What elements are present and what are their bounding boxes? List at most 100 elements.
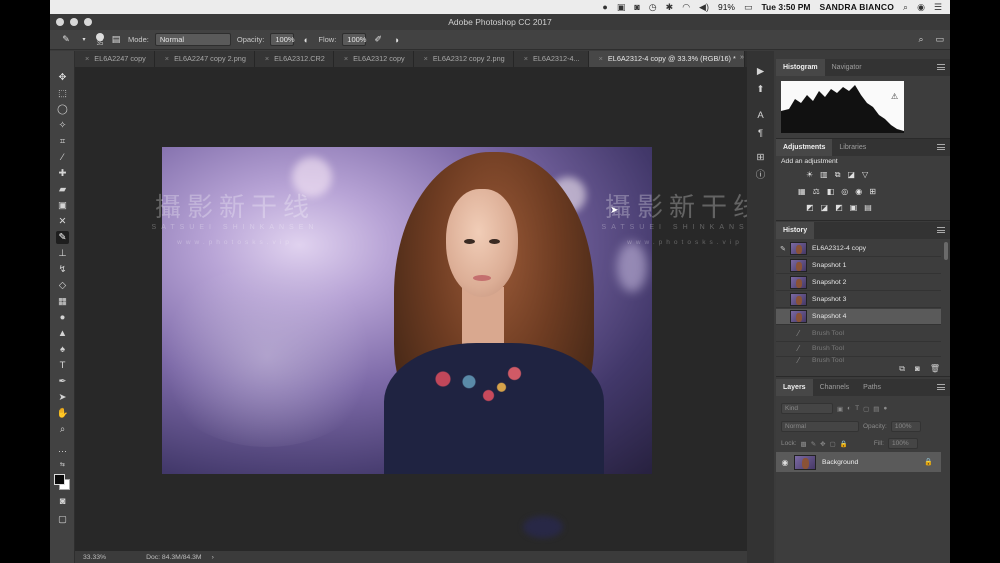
layer-fill-input[interactable]: 100% xyxy=(887,438,918,449)
tab-document[interactable]: × EL6A2247 copy 2.png xyxy=(154,51,255,67)
document-canvas[interactable]: 攝影新干线 SATSUEI SHINKANSEN www.photosks.vi… xyxy=(75,67,763,551)
close-icon[interactable]: × xyxy=(85,54,89,63)
battery-percent[interactable]: 91% xyxy=(718,2,735,12)
wifi-icon[interactable]: ◠ xyxy=(682,2,690,13)
vibrance-icon[interactable]: ▽ xyxy=(862,170,868,180)
actions-icon[interactable]: ⬆ xyxy=(754,83,767,96)
blend-mode-select[interactable]: Normal xyxy=(781,421,859,432)
levels-icon[interactable]: ▥ xyxy=(820,170,828,180)
zoom-level[interactable]: 33.33% xyxy=(83,554,106,561)
dodge-tool-icon[interactable]: ♠ xyxy=(56,343,69,356)
warning-icon[interactable]: ⚠ xyxy=(891,92,898,101)
lock-transparent-icon[interactable]: ▩ xyxy=(801,440,807,448)
close-icon[interactable]: × xyxy=(265,54,269,63)
history-step[interactable]: ⁄ Brush Tool xyxy=(776,326,941,342)
opacity-pressure-icon[interactable]: ◐ xyxy=(300,34,312,46)
minimize-button[interactable] xyxy=(70,18,78,26)
move-tool-icon[interactable]: ✥ xyxy=(56,71,69,84)
camera-icon[interactable]: ◙ xyxy=(634,2,639,12)
user-name[interactable]: SANDRA BIANCO xyxy=(819,2,894,12)
type-filter-icon[interactable]: T xyxy=(855,405,859,412)
zoom-tool-icon[interactable]: ⌕ xyxy=(56,423,69,436)
tab-adjustments[interactable]: Adjustments xyxy=(776,139,833,156)
history-source-icon[interactable]: ✎ xyxy=(776,245,790,253)
black-white-icon[interactable]: ◧ xyxy=(827,187,835,196)
status-menu-icon[interactable]: › xyxy=(212,554,214,561)
history-brush-tool-icon[interactable]: ↯ xyxy=(56,263,69,276)
eyedropper-tool-icon[interactable]: ⁄ xyxy=(56,151,69,164)
curves-icon[interactable]: ⧉ xyxy=(835,170,841,180)
blur-tool-icon[interactable]: ● xyxy=(56,311,69,324)
search-icon[interactable]: ⌕ xyxy=(918,34,923,45)
notification-center-icon[interactable]: ☰ xyxy=(934,2,942,13)
gradient-map-icon[interactable]: ▤ xyxy=(864,203,872,212)
play-icon[interactable]: ▶ xyxy=(754,65,767,78)
clock[interactable]: Tue 3:50 PM xyxy=(762,2,811,12)
shape-filter-icon[interactable]: ▢ xyxy=(863,405,869,413)
close-icon[interactable]: × xyxy=(344,54,348,63)
crop-tool-icon[interactable]: ⌗ xyxy=(56,135,69,148)
pixel-filter-icon[interactable]: ▣ xyxy=(837,405,843,413)
tab-document[interactable]: × EL6A2247 copy xyxy=(75,51,155,67)
layer-row-background[interactable]: ◉ Background 🔒 xyxy=(776,452,941,472)
history-snapshot[interactable]: ✎ EL6A2312-4 copy xyxy=(776,241,941,257)
camera-snapshot-icon[interactable]: ◙ xyxy=(915,361,920,377)
tab-navigator[interactable]: Navigator xyxy=(825,59,869,76)
threshold-icon[interactable]: ◩ xyxy=(835,203,843,212)
screen-mode-icon[interactable]: ▢ xyxy=(56,513,69,526)
type-tool-icon[interactable]: T xyxy=(56,359,69,372)
hand-tool-icon[interactable]: ✋ xyxy=(56,407,69,420)
stamp-tool-icon[interactable]: ▣ xyxy=(56,199,69,212)
marquee-tool-icon[interactable]: ⬚ xyxy=(56,87,69,100)
exposure-icon[interactable]: ◪ xyxy=(847,170,855,180)
healing-tool-icon[interactable]: ✚ xyxy=(56,167,69,180)
size-pressure-icon[interactable]: ◑ xyxy=(390,34,402,46)
eye-icon[interactable]: ◉ xyxy=(776,458,794,467)
trash-icon[interactable]: 🗑 xyxy=(930,361,940,377)
panel-menu-icon[interactable] xyxy=(937,384,945,390)
layer-opacity-input[interactable]: 100% xyxy=(890,421,921,432)
close-button[interactable] xyxy=(56,18,64,26)
lock-icon[interactable]: 🔒 xyxy=(924,458,933,466)
brightness-icon[interactable]: ☀ xyxy=(806,170,813,180)
filter-toggle-icon[interactable]: ● xyxy=(883,405,887,412)
posterize-icon[interactable]: ◪ xyxy=(821,203,829,212)
history-step[interactable]: ⁄ Brush Tool xyxy=(776,341,941,357)
lock-position-icon[interactable]: ✥ xyxy=(820,440,825,448)
panel-menu-icon[interactable] xyxy=(937,64,945,70)
chevron-down-icon[interactable]: ▾ xyxy=(78,34,90,46)
panel-menu-icon[interactable] xyxy=(937,227,945,233)
time-machine-icon[interactable]: ◷ xyxy=(649,2,657,13)
eraser-tool-icon[interactable]: ◇ xyxy=(56,279,69,292)
color-lookup-icon[interactable]: ⊞ xyxy=(869,187,876,196)
tab-paths[interactable]: Paths xyxy=(856,379,888,396)
tabs-overflow-icon[interactable]: » xyxy=(740,54,744,61)
properties-icon[interactable]: ⊞ xyxy=(754,151,767,164)
airbrush-icon[interactable]: ✐ xyxy=(372,34,384,46)
channel-mixer-icon[interactable]: ◉ xyxy=(855,187,862,196)
volume-icon[interactable]: ◀) xyxy=(699,2,709,13)
history-snapshot[interactable]: Snapshot 2 xyxy=(776,275,941,291)
tab-document[interactable]: × EL6A2312.CR2 xyxy=(254,51,334,67)
lock-artboard-icon[interactable]: ▢ xyxy=(830,440,836,448)
new-document-from-state-icon[interactable]: ⧉ xyxy=(899,361,905,377)
screen-icon[interactable]: ▣ xyxy=(617,2,626,13)
workspace-icon[interactable]: ▭ xyxy=(935,34,944,45)
swap-colors-icon[interactable]: ⇆ xyxy=(56,459,69,472)
close-icon[interactable]: × xyxy=(599,54,603,63)
brush-tool-icon[interactable]: ✎ xyxy=(56,231,69,244)
opacity-input[interactable]: 100% xyxy=(270,33,295,46)
tab-document[interactable]: × EL6A2312 copy 2.png xyxy=(413,51,514,67)
history-snapshot[interactable]: Snapshot 1 xyxy=(776,258,941,274)
invert-icon[interactable]: ◩ xyxy=(806,203,814,212)
quick-mask-icon[interactable]: ◙ xyxy=(56,495,69,508)
tab-document[interactable]: × EL6A2312-4... xyxy=(513,51,589,67)
hue-saturation-icon[interactable]: ▦ xyxy=(798,187,806,196)
info-icon[interactable]: ⓘ xyxy=(754,169,767,182)
clone-stamp-tool-icon[interactable]: ⊥ xyxy=(56,247,69,260)
pen-tool-icon[interactable]: ✒ xyxy=(56,375,69,388)
lock-all-icon[interactable]: 🔒 xyxy=(840,440,848,448)
close-icon[interactable]: × xyxy=(165,54,169,63)
mode-select[interactable]: Normal xyxy=(154,33,231,46)
lock-pixels-icon[interactable]: ✎ xyxy=(811,440,816,448)
